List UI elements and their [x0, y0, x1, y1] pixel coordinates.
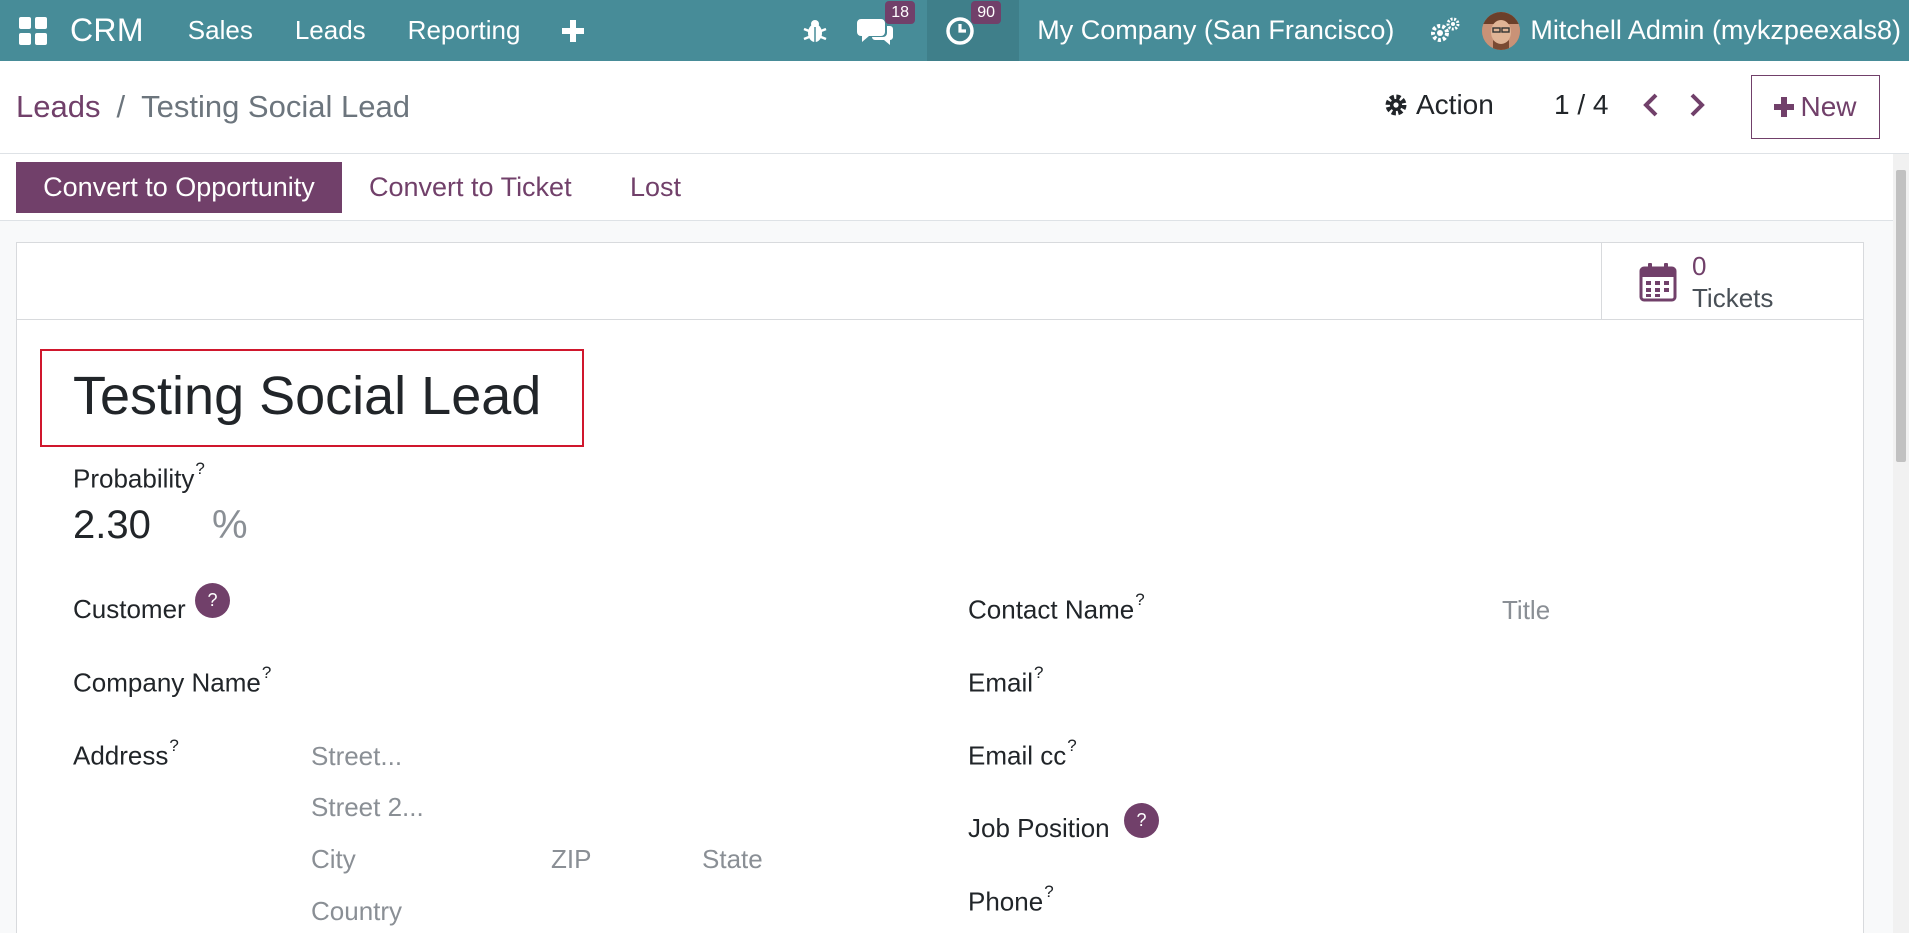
convert-to-opportunity-button[interactable]: Convert to Opportunity: [16, 162, 342, 213]
email-cc-help-icon[interactable]: ?: [1067, 736, 1076, 755]
country-input[interactable]: Country: [311, 896, 402, 927]
breadcrumb-separator: /: [116, 89, 126, 124]
probability-label: Probability?: [73, 459, 205, 494]
street-input[interactable]: Street...: [311, 741, 402, 772]
plus-icon: [562, 19, 585, 42]
contact-name-help-icon[interactable]: ?: [1135, 590, 1144, 609]
company-name-label: Company Name?: [73, 663, 272, 698]
bug-icon: [803, 19, 827, 42]
job-position-label: Job Position: [968, 813, 1110, 843]
action-menu-button[interactable]: Action: [1384, 89, 1494, 121]
menu-reporting[interactable]: Reporting: [408, 15, 521, 46]
breadcrumb: Leads / Testing Social Lead: [16, 89, 410, 125]
customer-help-icon[interactable]: ?: [195, 583, 230, 618]
plus-icon: [1774, 97, 1795, 117]
probability-input[interactable]: 2.30: [73, 503, 151, 548]
lead-title-input[interactable]: Testing Social Lead: [73, 365, 541, 427]
address-help-icon[interactable]: ?: [169, 736, 178, 755]
new-record-button[interactable]: New: [1751, 75, 1880, 139]
pager-next-button[interactable]: [1684, 88, 1710, 122]
app-brand[interactable]: CRM: [70, 12, 144, 49]
company-switcher[interactable]: My Company (San Francisco): [1037, 15, 1394, 46]
tickets-stat-text: 0 Tickets: [1692, 250, 1773, 314]
zip-input[interactable]: ZIP: [551, 844, 591, 875]
probability-help-icon[interactable]: ?: [195, 459, 204, 478]
customer-label: Customer: [73, 594, 186, 624]
email-help-icon[interactable]: ?: [1034, 663, 1043, 682]
email-label: Email?: [968, 663, 1044, 698]
user-menu[interactable]: Mitchell Admin (mykzpeexals8): [1530, 15, 1901, 46]
chevron-right-icon: [1690, 93, 1705, 117]
email-cc-label: Email cc?: [968, 736, 1077, 771]
form-statusbar: Convert to Opportunity Convert to Ticket…: [0, 154, 1893, 221]
gears-icon: [1431, 17, 1460, 42]
messages-button[interactable]: 18: [843, 0, 927, 61]
messages-badge: 18: [885, 1, 916, 24]
top-navbar: CRM Sales Leads Reporting 18 90 My Compa…: [0, 0, 1909, 61]
action-label: Action: [1416, 89, 1494, 120]
user-avatar[interactable]: [1482, 11, 1521, 50]
grid-icon: [19, 16, 47, 45]
menu-sales[interactable]: Sales: [188, 15, 253, 46]
tickets-count: 0: [1692, 250, 1707, 281]
breadcrumb-leads-link[interactable]: Leads: [16, 89, 100, 125]
convert-to-ticket-button[interactable]: Convert to Ticket: [369, 162, 572, 213]
chevron-left-icon: [1643, 93, 1658, 117]
phone-label: Phone?: [968, 882, 1054, 917]
settings-button[interactable]: [1428, 0, 1462, 61]
calendar-icon: [1639, 262, 1677, 301]
city-input[interactable]: City: [311, 844, 356, 875]
user-photo-icon: [1482, 11, 1521, 50]
menu-leads[interactable]: Leads: [295, 15, 366, 46]
smart-button-box: 0 Tickets: [17, 243, 1863, 320]
pager-value[interactable]: 1 / 4: [1554, 89, 1608, 121]
breadcrumb-current: Testing Social Lead: [141, 89, 410, 124]
tickets-smart-button[interactable]: 0 Tickets: [1601, 243, 1863, 320]
activities-button[interactable]: 90: [927, 0, 1020, 61]
lost-button[interactable]: Lost: [630, 162, 681, 213]
contact-title-input[interactable]: Title: [1502, 595, 1550, 626]
page-scrollbar-thumb[interactable]: [1896, 170, 1906, 462]
street2-input[interactable]: Street 2...: [311, 792, 424, 823]
activities-badge: 90: [971, 1, 1002, 24]
contact-name-label: Contact Name?: [968, 590, 1145, 625]
state-input[interactable]: State: [702, 844, 763, 875]
address-label: Address?: [73, 736, 179, 771]
probability-unit: %: [212, 503, 248, 547]
navbar-systray: 18 90 My Company (San Francisco) Mitchel…: [787, 0, 1909, 61]
job-position-help-icon[interactable]: ?: [1124, 803, 1159, 838]
pager-previous-button[interactable]: [1638, 88, 1664, 122]
tickets-label: Tickets: [1692, 282, 1774, 313]
control-panel: Leads / Testing Social Lead Action 1 / 4…: [0, 61, 1909, 154]
form-sheet: 0 Tickets: [16, 242, 1864, 933]
gear-icon: [1385, 94, 1407, 116]
company-name-help-icon[interactable]: ?: [262, 663, 271, 682]
new-label: New: [1800, 91, 1857, 122]
add-menu-button[interactable]: [562, 0, 592, 61]
phone-help-icon[interactable]: ?: [1044, 882, 1053, 901]
apps-menu-button[interactable]: [0, 0, 66, 61]
debug-button[interactable]: [787, 0, 843, 61]
